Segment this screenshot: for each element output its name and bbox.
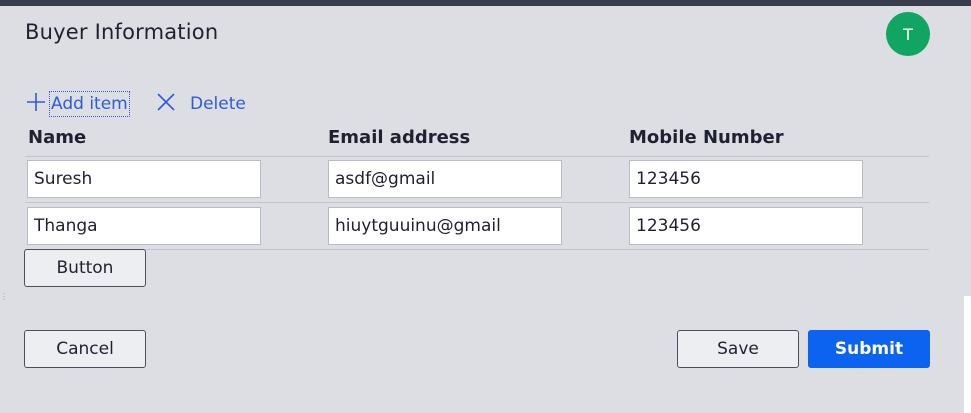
submit-button[interactable]: Submit: [808, 330, 930, 368]
avatar[interactable]: T: [886, 12, 930, 56]
save-button[interactable]: Save: [677, 330, 799, 368]
delete-button[interactable]: Delete: [155, 91, 246, 117]
row-divider: [25, 249, 929, 250]
resize-handle[interactable]: ⋮: [0, 293, 8, 303]
mobile-field[interactable]: 123456: [629, 160, 863, 198]
name-field[interactable]: Thanga: [27, 207, 261, 245]
header-divider: [25, 156, 929, 157]
email-field[interactable]: asdf@gmail: [328, 160, 562, 198]
page-title: Buyer Information: [25, 20, 219, 44]
panel-edge: [964, 6, 971, 296]
close-icon: [155, 91, 177, 118]
column-header-email: Email address: [328, 127, 471, 148]
delete-label: Delete: [190, 94, 246, 114]
add-item-button[interactable]: Add item: [25, 91, 130, 118]
column-header-mobile: Mobile Number: [629, 127, 784, 148]
mobile-field[interactable]: 123456: [629, 207, 863, 245]
plus-icon: [25, 91, 47, 118]
add-item-label: Add item: [49, 91, 130, 117]
column-header-name: Name: [28, 127, 87, 148]
name-field[interactable]: Suresh: [27, 160, 261, 198]
table-action-button[interactable]: Button: [24, 249, 146, 287]
email-field[interactable]: hiuytguuinu@gmail: [328, 207, 562, 245]
cancel-button[interactable]: Cancel: [24, 330, 146, 368]
row-divider: [25, 202, 929, 203]
